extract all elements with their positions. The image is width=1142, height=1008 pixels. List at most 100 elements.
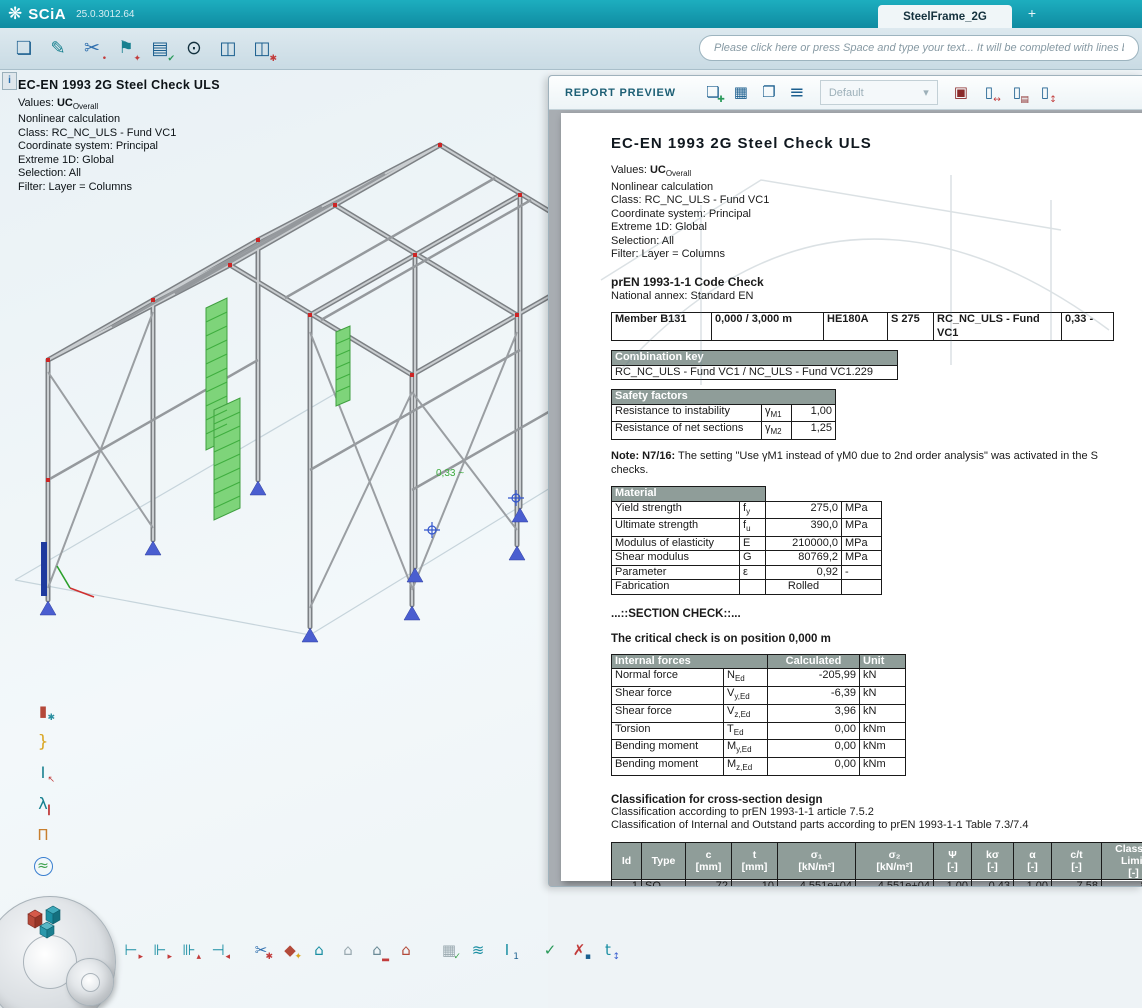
title-bar: ❋ SCiA 25.0.3012.64 SteelFrame_2G +	[0, 0, 1142, 28]
table-cell: Torsion	[612, 722, 724, 740]
steel-frame-3d-model[interactable]: 0,33 ~	[0, 110, 548, 810]
table-row: Shear forceVz,Ed3,96kN	[612, 704, 906, 722]
column-header: c/t[-]	[1052, 842, 1102, 879]
search-input[interactable]	[699, 35, 1139, 61]
layers-stack-icon[interactable]: ▤✔	[144, 33, 176, 65]
new-tab-button[interactable]: +	[1022, 3, 1042, 23]
frame-slate-icon[interactable]: ⌂▂	[364, 937, 390, 963]
table-cell: Resistance to instability	[612, 404, 762, 422]
report-preview-panel: REPORT PREVIEW ❏✚▦❐≡ Default ▾ ▣▯↔▯▤▯↕ E…	[548, 75, 1142, 887]
hook-clamp-icon[interactable]: }	[30, 729, 56, 755]
info-icon[interactable]: i	[2, 72, 17, 90]
navigation-wheel-secondary-center[interactable]	[81, 973, 100, 992]
list-icon[interactable]: ≡	[784, 80, 810, 106]
table-cell: MPa	[842, 501, 882, 519]
report-preview-header: REPORT PREVIEW ❏✚▦❐≡ Default ▾ ▣▯↔▯▤▯↕	[549, 76, 1142, 110]
view-cubes-icon[interactable]	[22, 902, 70, 942]
table-cell: Modulus of elasticity	[612, 536, 740, 551]
combination-key-header: Combination key	[612, 351, 898, 366]
legend-line: Extreme 1D: Global	[18, 154, 220, 168]
page-icon[interactable]: ▯▤	[1004, 80, 1030, 106]
table-cell: Normal force	[612, 669, 724, 687]
classification-line: Classification according to prEN 1993-1-…	[611, 806, 1142, 820]
classification-table: IdTypec[mm]t[mm]σ₁[kN/m²]σ₂[kN/m²]Ψ[-]kσ…	[611, 842, 1142, 886]
new-document-icon[interactable]: ❏	[8, 33, 40, 65]
main-toolbar: ❏✎✂•⚑✦▤✔⊙◫◫✱	[0, 28, 1142, 70]
table-cell: E	[740, 536, 766, 551]
table-cell: Resistance of net sections	[612, 422, 762, 440]
column-header: Ψ[-]	[934, 842, 972, 879]
ibeam-arrow-icon[interactable]: I↖	[30, 760, 56, 786]
navigation-wheel-secondary[interactable]	[66, 958, 114, 1006]
table-cell: Shear modulus	[612, 551, 740, 566]
grid-check-icon[interactable]: ▦✓	[436, 937, 462, 963]
table-cell: γM1	[762, 404, 792, 422]
section-cylinder-icon[interactable]: ▮✱	[30, 698, 56, 724]
table-cell: G	[740, 551, 766, 566]
eye-icon[interactable]: ⊙	[178, 33, 210, 65]
open-book-icon[interactable]: ◫	[212, 33, 244, 65]
note-text-2: checks.	[611, 464, 648, 476]
frame-gray-icon[interactable]: ⌂	[335, 937, 361, 963]
section-check-heading: ...::SECTION CHECK::...	[611, 608, 1142, 620]
column-header: t[mm]	[732, 842, 778, 879]
frame-red-icon[interactable]: ⌂	[393, 937, 419, 963]
report-meta-line: Nonlinear calculation	[611, 181, 1142, 195]
flag-tools-icon[interactable]: ⚑✦	[110, 33, 142, 65]
member-arrow-up-icon[interactable]: ⊪▴	[176, 937, 202, 963]
report-values-line: Values: UCOverall	[611, 164, 1142, 181]
table-icon[interactable]: ▦	[728, 80, 754, 106]
table-cell: fu	[740, 519, 766, 537]
report-page-area[interactable]: EC-EN 1993 2G Steel Check ULS Values: UC…	[549, 110, 1142, 886]
template-dropdown[interactable]: Default ▾	[820, 80, 938, 105]
fit-height-icon[interactable]: ▯↕	[1032, 80, 1058, 106]
table-cell: Fabrication	[612, 580, 740, 595]
values-prefix: Values:	[611, 164, 650, 176]
book-search-icon[interactable]: ◫✱	[246, 33, 278, 65]
legend-line: Class: RC_NC_ULS - Fund VC1	[18, 127, 220, 141]
table-row: Parameterε0,92-	[612, 565, 882, 580]
table-cell: Yield strength	[612, 501, 740, 519]
table-cell: S 275	[888, 313, 934, 341]
table-cell: 4,551e+04	[778, 879, 856, 886]
check-icon[interactable]: ✓	[537, 937, 563, 963]
portal-frame-icon[interactable]: Π	[30, 822, 56, 848]
delete-cross-icon[interactable]: ✗▪	[566, 937, 592, 963]
table-cell: Shear force	[612, 687, 724, 705]
member-cut-icon[interactable]: ✂✱	[248, 937, 274, 963]
material-header-spacer	[766, 487, 882, 502]
weld-diamond-icon[interactable]: ◆✦	[277, 937, 303, 963]
table-cell: 4,551e+04	[856, 879, 934, 886]
table-cell: 1,00	[1014, 879, 1052, 886]
project-tab[interactable]: SteelFrame_2G	[878, 5, 1012, 28]
table-cell: MPa	[842, 519, 882, 537]
note-block: Note: N7/16: The setting "Use γM1 instea…	[611, 449, 1142, 477]
table-cell: Vz,Ed	[724, 704, 768, 722]
lambda-stability-icon[interactable]: λ▎	[30, 791, 56, 817]
values-main: UC	[57, 97, 73, 109]
fit-width-icon[interactable]: ▯↔	[976, 80, 1002, 106]
floor-plane	[15, 385, 548, 635]
scissors-icon[interactable]: ✂•	[76, 33, 108, 65]
member-mirror-icon[interactable]: ⊣◂	[205, 937, 231, 963]
result-diagram-panels	[206, 298, 350, 520]
wave-circle-icon[interactable]: ≈	[30, 853, 56, 879]
screen-icon[interactable]: ▣	[948, 80, 974, 106]
text-beam-icon[interactable]: I1	[494, 937, 520, 963]
axis-t-icon[interactable]: t↕	[595, 937, 621, 963]
member-arrow-end-icon[interactable]: ⊢▸	[118, 937, 144, 963]
edit-pad-icon[interactable]: ✎	[42, 33, 74, 65]
column-header: α[-]	[1014, 842, 1052, 879]
frame-teal-icon[interactable]: ⌂	[306, 937, 332, 963]
member-arrow-both-icon[interactable]: ⊩▸	[147, 937, 173, 963]
model-viewport[interactable]: i EC-EN 1993 2G Steel Check ULS Values: …	[0, 70, 548, 1008]
table-cell: 275,0	[766, 501, 842, 519]
print-icon[interactable]: ❐	[756, 80, 782, 106]
layers-waves-icon[interactable]: ≋	[465, 937, 491, 963]
unit-header: Unit	[860, 654, 906, 669]
regenerate-report-icon[interactable]: ❏✚	[700, 80, 726, 106]
table-cell: 8,32	[1102, 879, 1142, 886]
table-row: FabricationRolled	[612, 580, 882, 595]
values-prefix: Values:	[18, 97, 57, 109]
table-cell: 3,96	[768, 704, 860, 722]
